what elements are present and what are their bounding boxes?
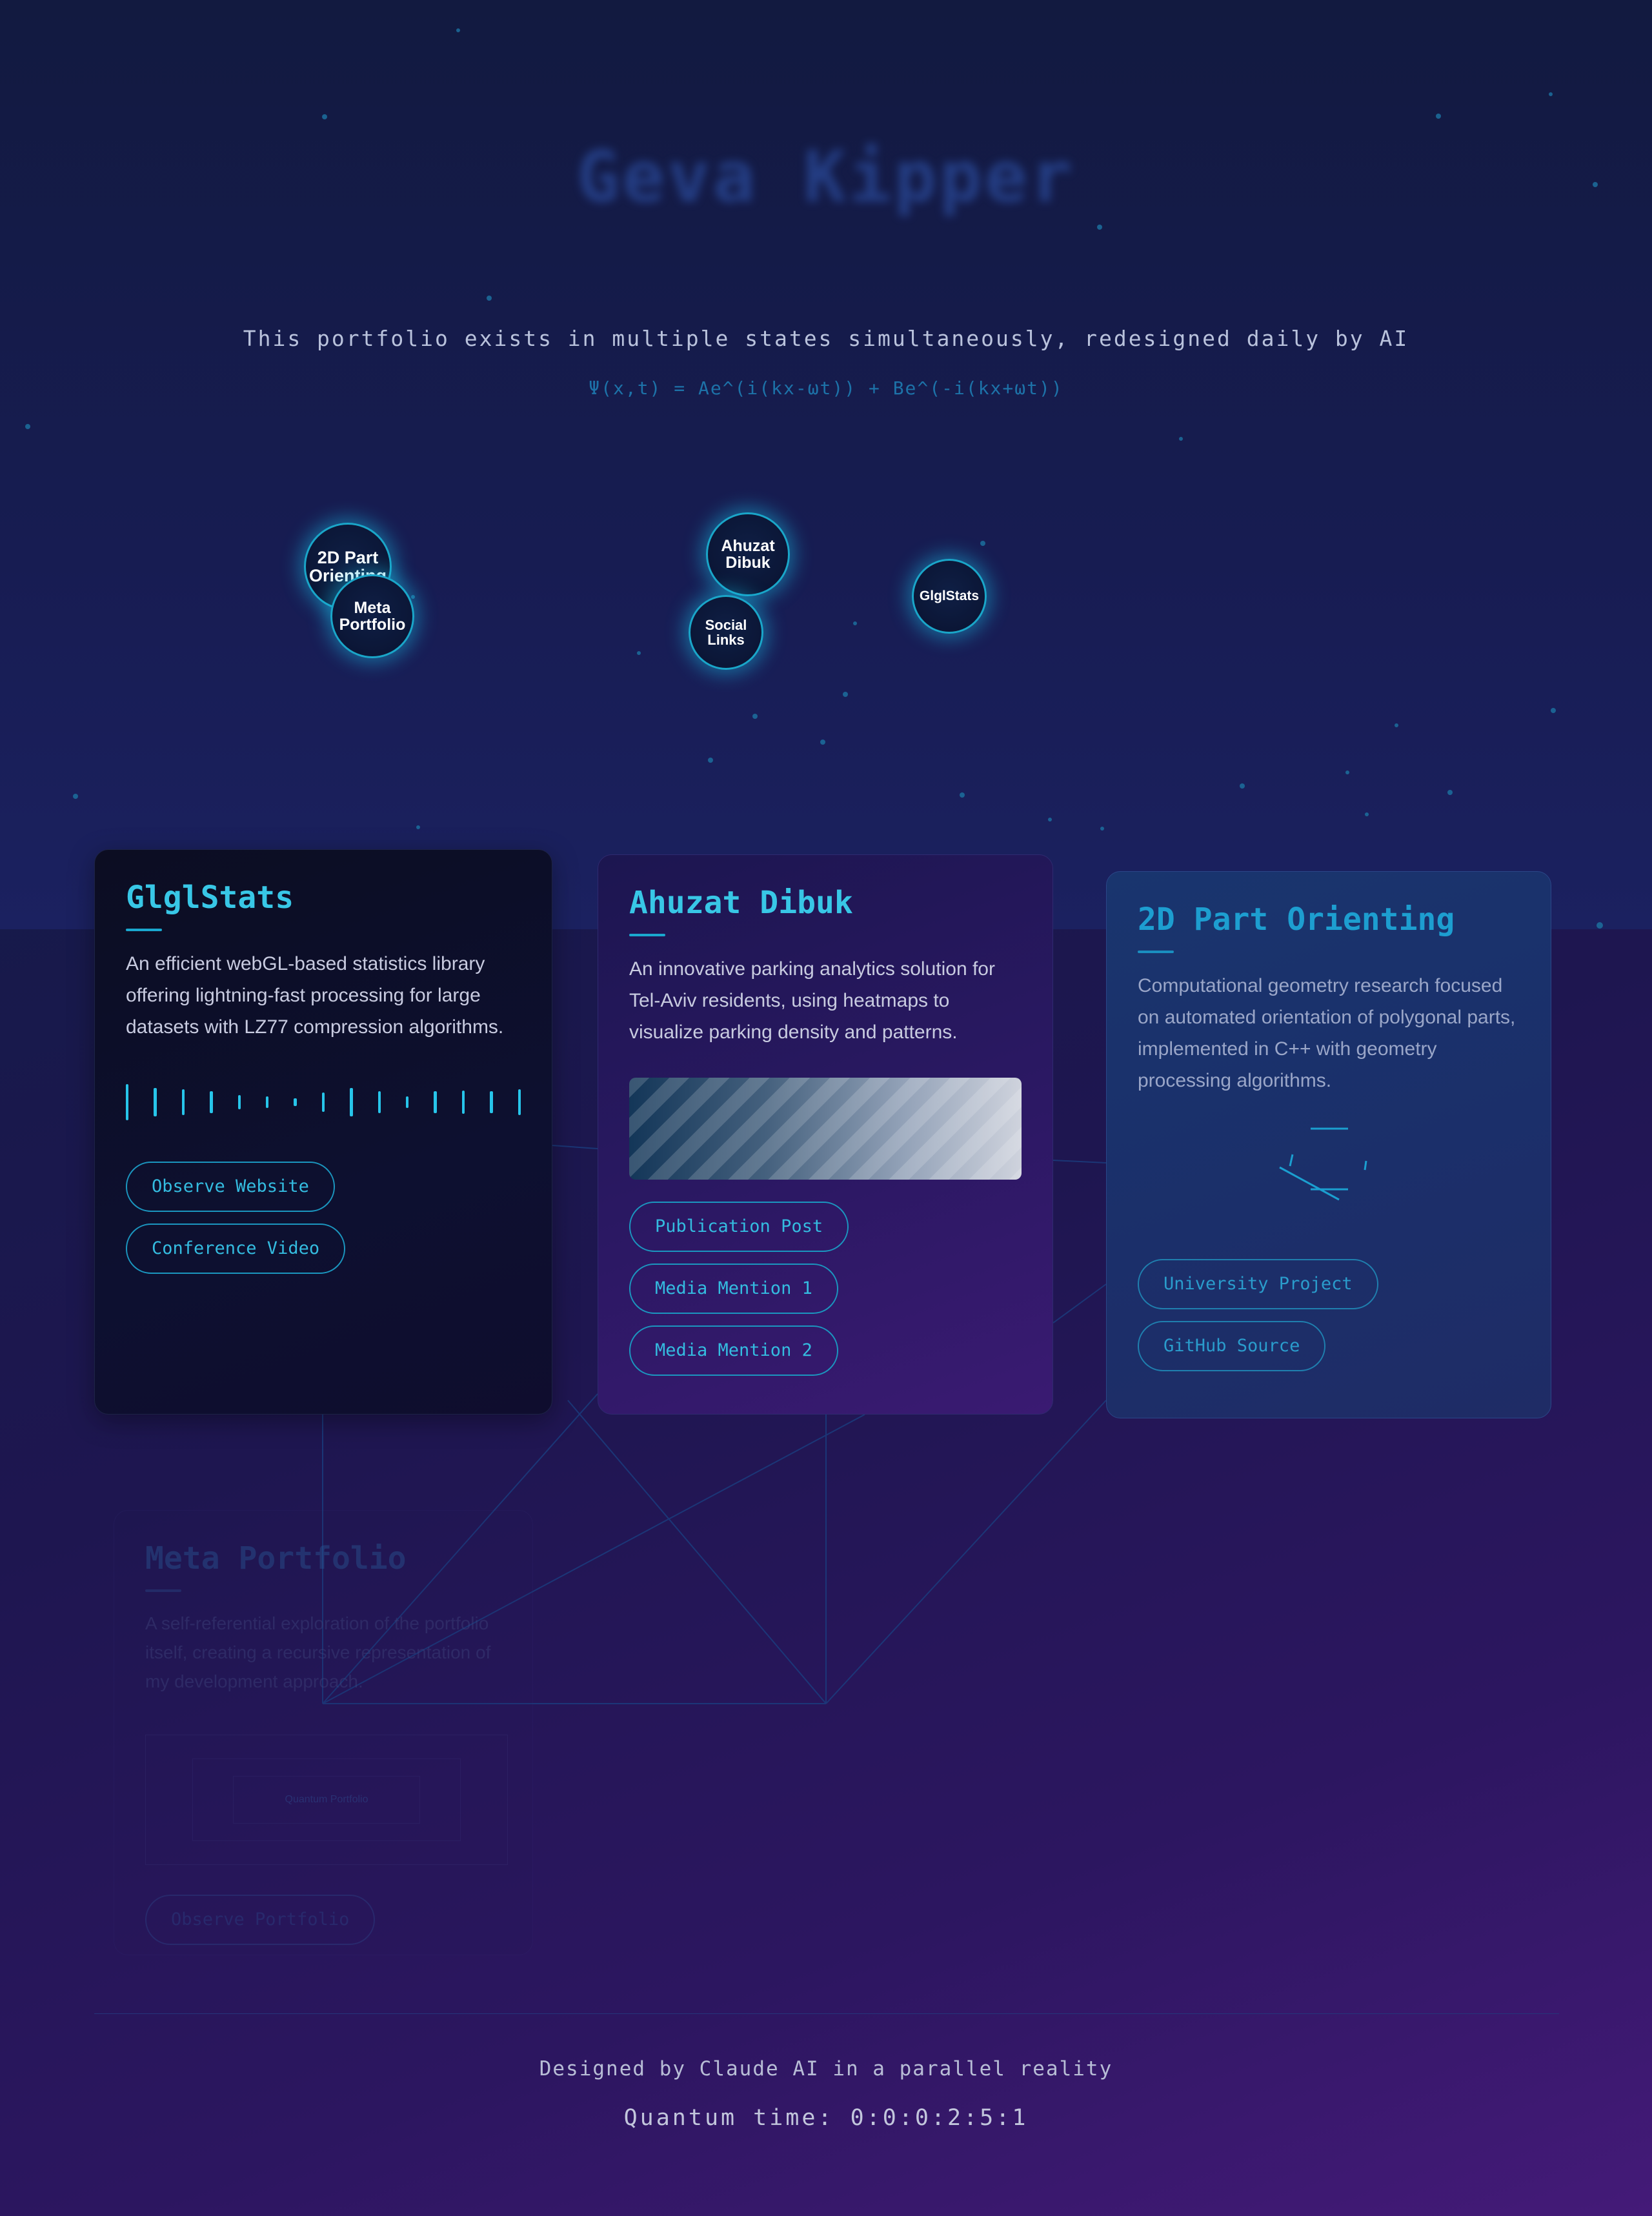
project-card-glglstats: GlglStats An efficient webGL-based stati… [94, 849, 552, 1415]
data-bars-visual [126, 1083, 521, 1122]
title-underline [1138, 951, 1174, 953]
preview-label: Quantum Portfolio [233, 1776, 420, 1824]
project-card-2d-part-orienting: 2D Part Orienting Computational geometry… [1106, 871, 1551, 1418]
hero-tagline: This portfolio exists in multiple states… [243, 326, 1409, 351]
quantum-time-readout: Quantum time: 0:0:0:2:5:1 [623, 2105, 1029, 2131]
title-underline [126, 929, 162, 931]
project-card-ahuzat-dibuk: Ahuzat Dibuk An innovative parking analy… [598, 854, 1053, 1415]
node-label: GlglStats [919, 588, 980, 603]
card-description: An efficient webGL-based statistics libr… [126, 953, 504, 1038]
card-title: Meta Portfolio [145, 1540, 407, 1576]
card-description: Computational geometry research focused … [1138, 975, 1516, 1091]
media-mention-1-button[interactable]: Media Mention 1 [629, 1264, 838, 1314]
observe-website-button[interactable]: Observe Website [126, 1162, 335, 1212]
media-mention-2-button[interactable]: Media Mention 2 [629, 1325, 838, 1376]
heatmap-preview [629, 1078, 1022, 1180]
recursive-preview: Quantum Portfolio [145, 1735, 508, 1865]
node-social-links[interactable]: Social Links [689, 595, 763, 670]
node-label: Meta Portfolio [339, 598, 406, 634]
footer-divider [94, 2013, 1559, 2014]
card-description: An innovative parking analytics solution… [629, 958, 995, 1043]
node-ahuzat-dibuk[interactable]: Ahuzat Dibuk [706, 512, 790, 596]
card-title: GlglStats [126, 880, 294, 916]
project-card-meta-portfolio: Meta Portfolio A self-referential explor… [114, 1510, 533, 1955]
wave-equation: Ψ(x,t) = Ae^(i(kx-ωt)) + Be^(-i(kx+ωt)) [589, 378, 1063, 399]
page-title: Geva Kipper [576, 136, 1076, 218]
github-source-button[interactable]: GitHub Source [1138, 1321, 1326, 1371]
university-project-button[interactable]: University Project [1138, 1259, 1378, 1309]
card-title: Ahuzat Dibuk [629, 885, 853, 921]
node-meta-portfolio[interactable]: Meta Portfolio [330, 574, 414, 658]
card-title: 2D Part Orienting [1138, 902, 1455, 938]
observe-portfolio-button[interactable]: Observe Portfolio [145, 1895, 376, 1945]
footer-credit: Designed by Claude AI in a parallel real… [539, 2057, 1113, 2080]
card-description: A self-referential exploration of the po… [145, 1613, 491, 1691]
polygon-geometry-visual [1138, 1116, 1520, 1245]
title-underline [145, 1589, 181, 1592]
conference-video-button[interactable]: Conference Video [126, 1224, 346, 1274]
node-glglstats[interactable]: GlglStats [912, 559, 987, 634]
title-underline [629, 934, 665, 936]
publication-post-button[interactable]: Publication Post [629, 1202, 849, 1252]
node-label: Ahuzat Dibuk [721, 536, 775, 572]
node-label: Social Links [705, 616, 747, 648]
